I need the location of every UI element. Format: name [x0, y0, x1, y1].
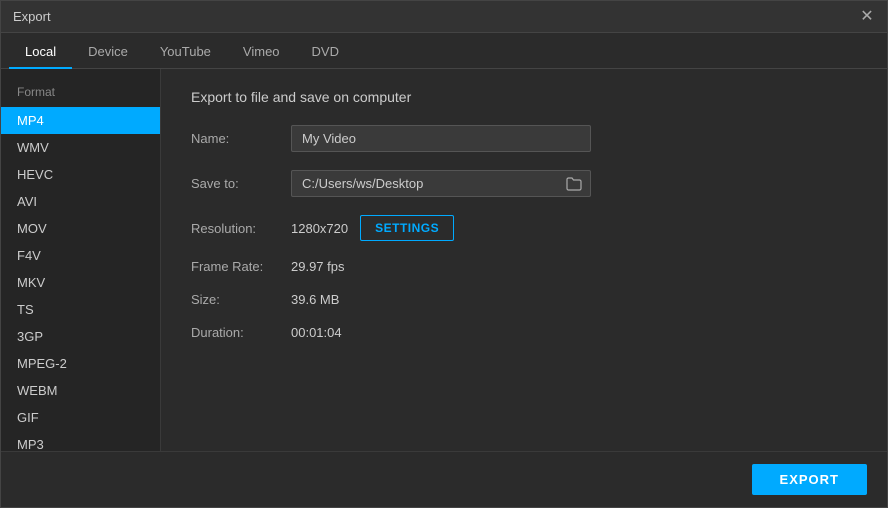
resolution-row: Resolution: 1280x720 SETTINGS	[191, 215, 857, 241]
path-input-wrapper	[291, 170, 591, 197]
folder-icon	[566, 177, 582, 191]
section-title: Export to file and save on computer	[191, 89, 857, 105]
sidebar-item-f4v[interactable]: F4V	[1, 242, 160, 269]
settings-button[interactable]: SETTINGS	[360, 215, 454, 241]
save-to-label: Save to:	[191, 176, 291, 191]
duration-row: Duration: 00:01:04	[191, 325, 857, 340]
duration-value: 00:01:04	[291, 325, 342, 340]
name-input[interactable]	[291, 125, 591, 152]
tab-local[interactable]: Local	[9, 36, 72, 69]
footer: EXPORT	[1, 451, 887, 507]
tab-bar: Local Device YouTube Vimeo DVD	[1, 33, 887, 69]
duration-label: Duration:	[191, 325, 291, 340]
frame-rate-row: Frame Rate: 29.97 fps	[191, 259, 857, 274]
name-label: Name:	[191, 131, 291, 146]
title-bar: Export ✕	[1, 1, 887, 33]
path-input[interactable]	[292, 171, 558, 196]
content-area: Format MP4 WMV HEVC AVI MOV F4V MKV TS 3…	[1, 69, 887, 451]
sidebar-item-mkv[interactable]: MKV	[1, 269, 160, 296]
save-to-row: Save to:	[191, 170, 857, 197]
window-title: Export	[13, 9, 51, 24]
resolution-label: Resolution:	[191, 221, 291, 236]
sidebar-item-avi[interactable]: AVI	[1, 188, 160, 215]
sidebar: Format MP4 WMV HEVC AVI MOV F4V MKV TS 3…	[1, 69, 161, 451]
tab-vimeo[interactable]: Vimeo	[227, 36, 296, 69]
tab-youtube[interactable]: YouTube	[144, 36, 227, 69]
sidebar-item-mp4[interactable]: MP4	[1, 107, 160, 134]
tab-device[interactable]: Device	[72, 36, 144, 69]
browse-button[interactable]	[558, 173, 590, 195]
sidebar-item-mp3[interactable]: MP3	[1, 431, 160, 451]
format-label: Format	[1, 81, 160, 107]
frame-rate-label: Frame Rate:	[191, 259, 291, 274]
main-panel: Export to file and save on computer Name…	[161, 69, 887, 451]
sidebar-item-gif[interactable]: GIF	[1, 404, 160, 431]
name-row: Name:	[191, 125, 857, 152]
frame-rate-value: 29.97 fps	[291, 259, 345, 274]
sidebar-item-webm[interactable]: WEBM	[1, 377, 160, 404]
sidebar-item-ts[interactable]: TS	[1, 296, 160, 323]
size-value: 39.6 MB	[291, 292, 339, 307]
tab-dvd[interactable]: DVD	[296, 36, 355, 69]
size-label: Size:	[191, 292, 291, 307]
resolution-value-row: 1280x720 SETTINGS	[291, 215, 454, 241]
size-row: Size: 39.6 MB	[191, 292, 857, 307]
resolution-value: 1280x720	[291, 221, 348, 236]
export-window: Export ✕ Local Device YouTube Vimeo DVD …	[0, 0, 888, 508]
close-button[interactable]: ✕	[859, 9, 875, 25]
sidebar-item-hevc[interactable]: HEVC	[1, 161, 160, 188]
export-button[interactable]: EXPORT	[752, 464, 867, 495]
sidebar-item-wmv[interactable]: WMV	[1, 134, 160, 161]
sidebar-item-3gp[interactable]: 3GP	[1, 323, 160, 350]
sidebar-item-mpeg2[interactable]: MPEG-2	[1, 350, 160, 377]
sidebar-item-mov[interactable]: MOV	[1, 215, 160, 242]
